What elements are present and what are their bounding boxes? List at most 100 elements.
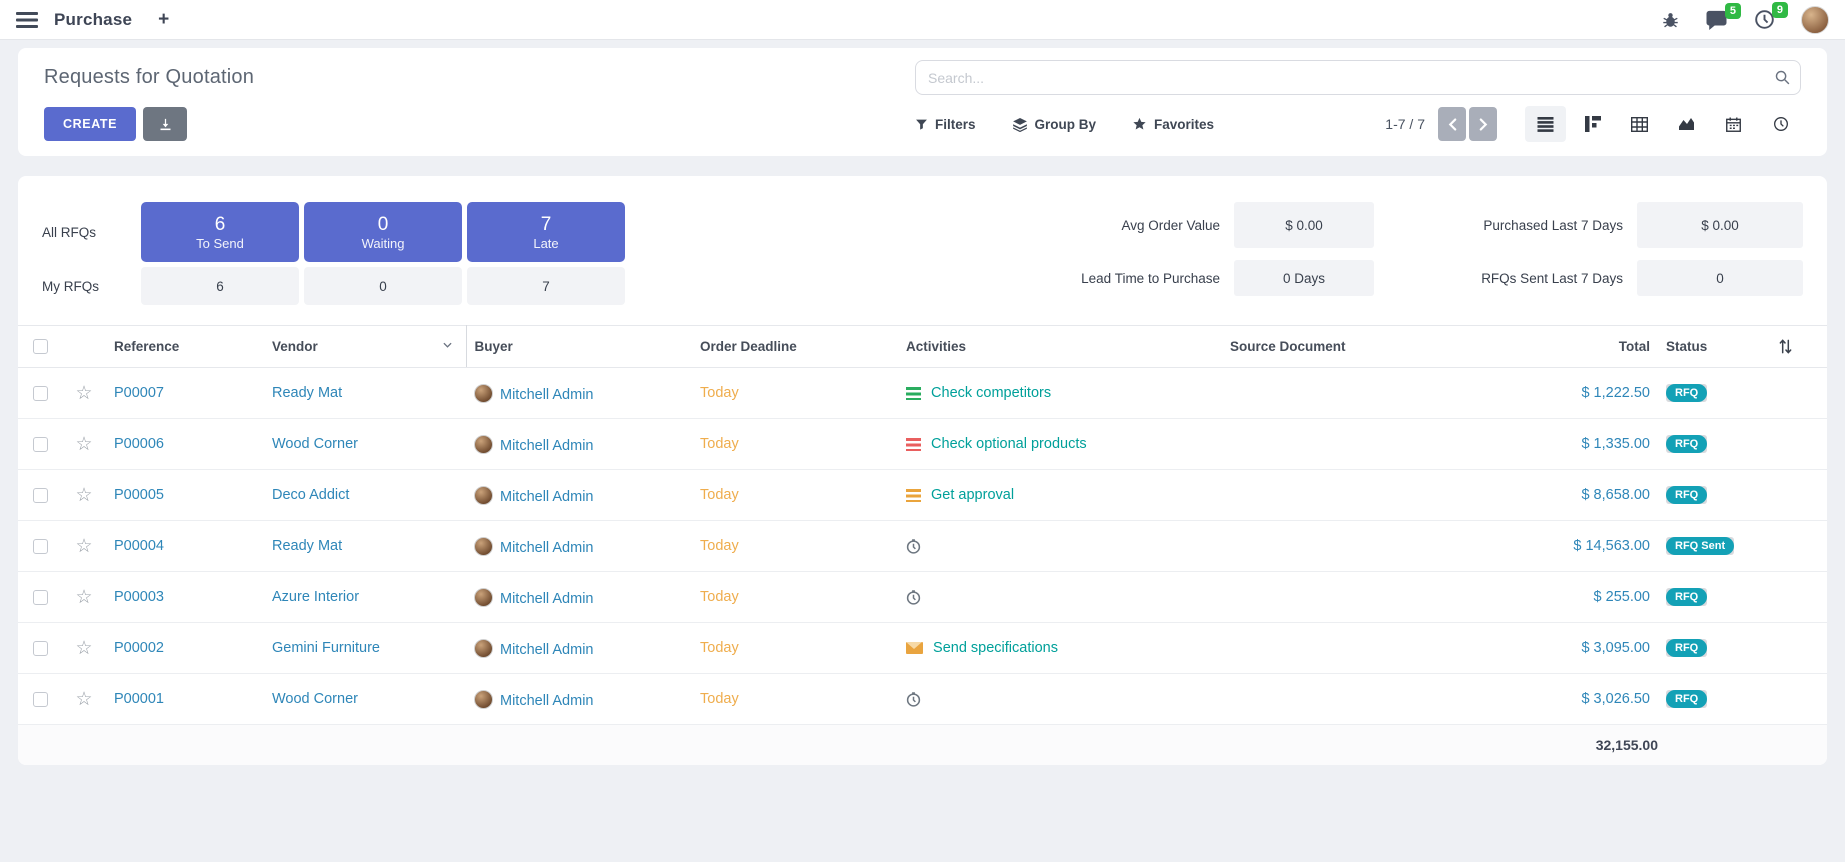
view-graph-button[interactable] [1666,106,1707,142]
header-order-deadline[interactable]: Order Deadline [692,326,898,368]
view-activity-button[interactable] [1760,106,1801,142]
filters-button[interactable]: Filters [915,117,976,132]
view-kanban-button[interactable] [1572,106,1613,142]
vendor-link[interactable]: Ready Mat [272,385,342,401]
vendor-link[interactable]: Azure Interior [272,589,359,605]
favorite-star-icon[interactable]: ☆ [75,383,92,404]
debug-bug-icon[interactable] [1662,11,1679,29]
search-input[interactable] [915,60,1801,95]
activity-tasks-icon[interactable] [906,438,921,451]
pager-next-button[interactable] [1469,107,1497,141]
all-late-button[interactable]: 7 Late [467,202,625,262]
favorite-star-icon[interactable]: ☆ [75,434,92,455]
apps-menu-icon[interactable] [16,12,38,28]
pager-previous-button[interactable] [1438,107,1466,141]
header-buyer[interactable]: Buyer [466,326,692,368]
group-by-button[interactable]: Group By [1012,117,1097,132]
activity-clock-icon[interactable] [906,692,921,707]
table-row[interactable]: ☆ P00003 Azure Interior Mitchell Admin T… [18,572,1827,623]
row-checkbox[interactable] [33,590,48,605]
activity-tasks-icon[interactable] [906,387,921,400]
vendor-link[interactable]: Ready Mat [272,538,342,554]
order-deadline-value: Today [700,487,739,503]
row-checkbox[interactable] [33,641,48,656]
reference-link[interactable]: P00002 [114,640,164,656]
favorite-star-icon[interactable]: ☆ [75,536,92,557]
view-list-button[interactable] [1525,106,1566,142]
buyer-link[interactable]: Mitchell Admin [500,540,593,556]
reference-link[interactable]: P00005 [114,487,164,503]
page-title: Requests for Quotation [44,66,254,89]
my-rfqs-label: My RFQs [42,267,136,305]
favorite-star-icon[interactable]: ☆ [75,485,92,506]
optional-columns-button[interactable] [1770,326,1827,368]
row-checkbox[interactable] [33,488,48,503]
reference-link[interactable]: P00004 [114,538,164,554]
table-row[interactable]: ☆ P00005 Deco Addict Mitchell Admin Toda… [18,470,1827,521]
my-waiting-button[interactable]: 0 [304,267,462,305]
search-icon[interactable] [1774,69,1791,86]
vendor-link[interactable]: Wood Corner [272,691,358,707]
activities-clock-icon[interactable]: 9 [1754,9,1775,30]
row-checkbox[interactable] [33,437,48,452]
activity-label[interactable]: Get approval [931,487,1014,503]
user-avatar[interactable] [1801,6,1829,34]
activity-label[interactable]: Send specifications [933,640,1058,656]
status-badge: RFQ [1666,588,1707,606]
table-row[interactable]: ☆ P00006 Wood Corner Mitchell Admin Toda… [18,419,1827,470]
header-total[interactable]: Total [1506,326,1658,368]
buyer-link[interactable]: Mitchell Admin [500,387,593,403]
activity-tasks-icon[interactable] [906,489,921,502]
header-activities[interactable]: Activities [898,326,1222,368]
header-vendor[interactable]: Vendor [264,326,466,368]
view-pivot-button[interactable] [1619,106,1660,142]
my-to-send-button[interactable]: 6 [141,267,299,305]
buyer-link[interactable]: Mitchell Admin [500,642,593,658]
table-row[interactable]: ☆ P00002 Gemini Furniture Mitchell Admin… [18,623,1827,674]
activity-clock-icon[interactable] [906,590,921,605]
new-tab-button[interactable]: + [158,10,169,29]
table-row[interactable]: ☆ P00007 Ready Mat Mitchell Admin Today … [18,368,1827,419]
favorite-star-icon[interactable]: ☆ [75,638,92,659]
row-checkbox[interactable] [33,692,48,707]
reference-link[interactable]: P00003 [114,589,164,605]
row-checkbox[interactable] [33,386,48,401]
row-total: $ 8,658.00 [1581,487,1650,503]
all-to-send-button[interactable]: 6 To Send [141,202,299,262]
vendor-link[interactable]: Deco Addict [272,487,349,503]
favorite-star-icon[interactable]: ☆ [75,587,92,608]
activity-clock-icon[interactable] [906,539,921,554]
vendor-link[interactable]: Gemini Furniture [272,640,380,656]
reference-link[interactable]: P00006 [114,436,164,452]
favorites-button[interactable]: Favorites [1132,117,1214,132]
select-all-checkbox[interactable] [33,339,48,354]
header-status[interactable]: Status [1658,326,1770,368]
vendor-link[interactable]: Wood Corner [272,436,358,452]
messages-icon[interactable]: 5 [1705,10,1728,30]
activity-label[interactable]: Check competitors [931,385,1051,401]
avg-order-value: $ 0.00 [1234,202,1374,248]
kanban-view-icon [1585,116,1601,132]
export-button[interactable] [143,107,187,141]
my-late-button[interactable]: 7 [467,267,625,305]
table-row[interactable]: ☆ P00001 Wood Corner Mitchell Admin Toda… [18,674,1827,725]
favorite-star-icon[interactable]: ☆ [75,689,92,710]
header-reference[interactable]: Reference [106,326,264,368]
row-checkbox[interactable] [33,539,48,554]
buyer-avatar [474,588,493,607]
app-name[interactable]: Purchase [54,10,132,30]
source-document-cell [1222,674,1506,725]
buyer-link[interactable]: Mitchell Admin [500,489,593,505]
buyer-link[interactable]: Mitchell Admin [500,693,593,709]
header-source-document[interactable]: Source Document [1222,326,1506,368]
table-row[interactable]: ☆ P00004 Ready Mat Mitchell Admin Today [18,521,1827,572]
buyer-link[interactable]: Mitchell Admin [500,438,593,454]
activity-label[interactable]: Check optional products [931,436,1087,452]
reference-link[interactable]: P00007 [114,385,164,401]
view-calendar-button[interactable] [1713,106,1754,142]
create-button[interactable]: CREATE [44,107,136,141]
buyer-link[interactable]: Mitchell Admin [500,591,593,607]
all-waiting-button[interactable]: 0 Waiting [304,202,462,262]
reference-link[interactable]: P00001 [114,691,164,707]
activity-envelope-icon[interactable] [906,642,923,654]
